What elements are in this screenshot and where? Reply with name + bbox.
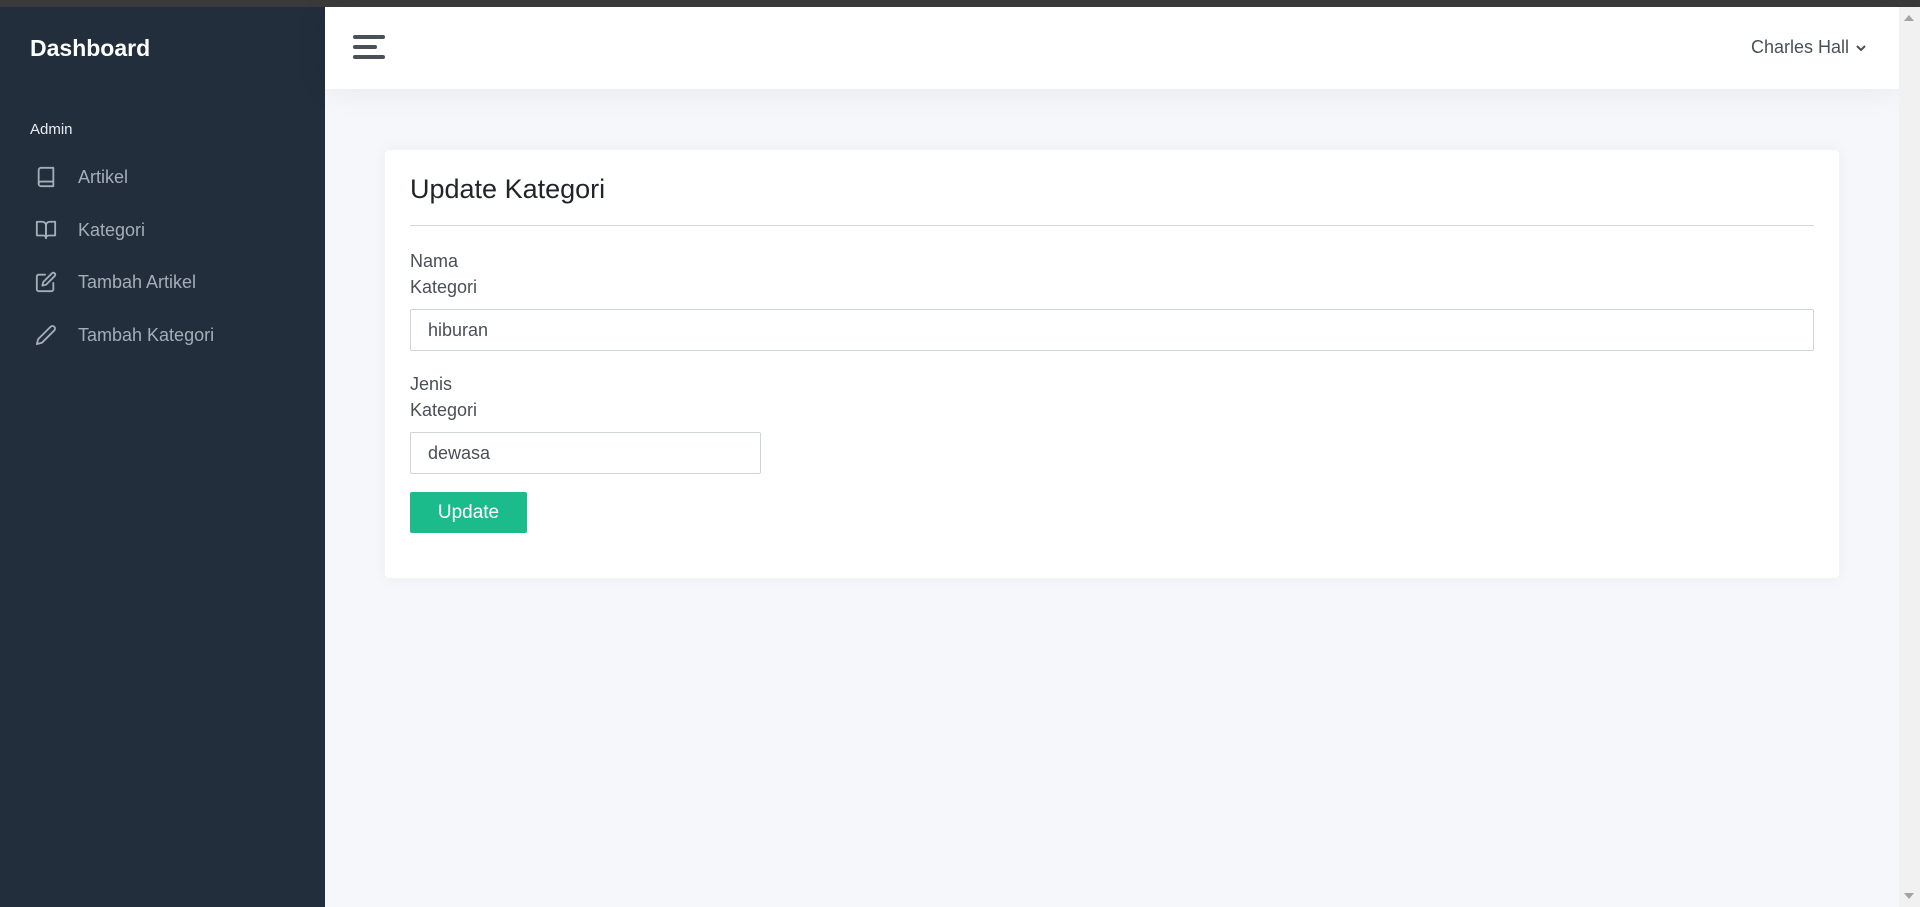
update-button[interactable]: Update [410, 492, 527, 533]
chevron-down-icon [1856, 44, 1866, 51]
sidebar-item-kategori[interactable]: Kategori [0, 208, 325, 252]
edit-icon [34, 270, 58, 294]
jenis-label-line2: Kategori [410, 400, 478, 420]
sidebar: Dashboard Admin Artikel Kategori Tambah … [0, 7, 325, 907]
scroll-down-arrow-icon[interactable] [1904, 893, 1914, 899]
title-divider [410, 225, 1814, 226]
jenis-label-line1: Jenis [410, 374, 453, 394]
book-icon [34, 165, 58, 189]
book-open-icon [34, 218, 58, 242]
user-dropdown[interactable]: Charles Hall [1751, 37, 1867, 58]
nama-kategori-label: Nama Kategori [410, 248, 477, 300]
user-name: Charles Hall [1750, 37, 1849, 57]
jenis-kategori-label: Jenis Kategori [410, 371, 477, 423]
vertical-scrollbar[interactable] [1899, 7, 1920, 907]
jenis-kategori-input[interactable] [410, 432, 761, 474]
sidebar-item-label: Kategori [78, 219, 146, 240]
sidebar-item-artikel[interactable]: Artikel [0, 155, 325, 199]
pencil-icon [34, 323, 58, 347]
sidebar-header: Admin [30, 121, 73, 138]
hamburger-menu-icon[interactable] [353, 35, 385, 61]
page-title: Update Kategori [410, 174, 606, 204]
sidebar-item-label: Tambah Kategori [78, 324, 215, 345]
update-kategori-card: Update Kategori Nama Kategori Jenis Kate… [385, 150, 1839, 578]
browser-top-strip [0, 0, 1920, 7]
sidebar-brand[interactable]: Dashboard [30, 35, 150, 62]
sidebar-item-label: Tambah Artikel [78, 271, 197, 292]
top-navbar: Charles Hall [325, 7, 1899, 89]
sidebar-item-tambah-kategori[interactable]: Tambah Kategori [0, 313, 325, 357]
scroll-up-arrow-icon[interactable] [1904, 15, 1914, 21]
nama-label-line2: Kategori [410, 277, 478, 297]
nama-kategori-input[interactable] [410, 309, 1814, 351]
sidebar-item-tambah-artikel[interactable]: Tambah Artikel [0, 260, 325, 304]
sidebar-item-label: Artikel [78, 166, 129, 187]
nama-label-line1: Nama [410, 251, 459, 271]
